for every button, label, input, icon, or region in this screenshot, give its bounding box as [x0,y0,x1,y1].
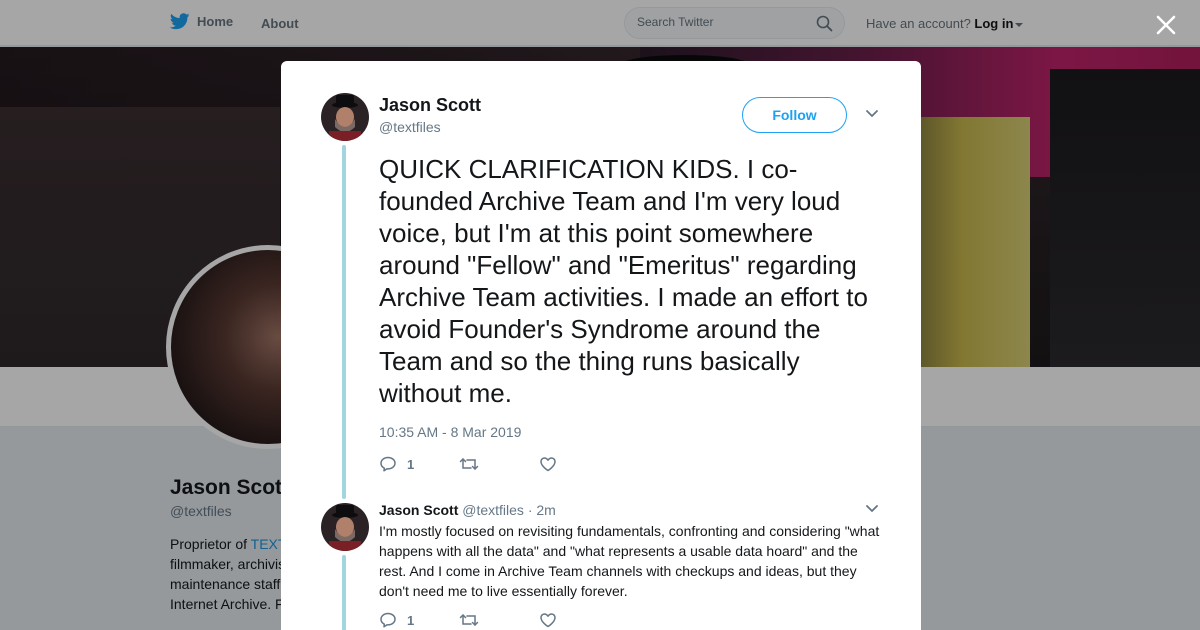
reply-author-handle[interactable]: @textfiles [462,502,524,518]
reply-author-avatar[interactable] [321,503,369,551]
thread-connector [342,555,346,630]
reply-icon [380,456,396,472]
like-action[interactable] [539,612,557,628]
chevron-down-icon[interactable] [865,109,879,119]
reply-action[interactable]: 1 [379,611,459,629]
like-action[interactable] [539,456,557,472]
reply-text: I'm mostly focused on revisiting fundame… [379,523,880,599]
reply-time[interactable]: · 2m [528,502,556,518]
retweet-action[interactable] [459,456,539,472]
reply-count: 1 [407,612,415,628]
retweet-icon [459,614,479,626]
close-icon[interactable] [1153,12,1179,38]
tweet-timestamp[interactable]: 10:35 AM - 8 Mar 2019 [379,424,521,440]
retweet-icon [459,458,479,470]
reply-author-name[interactable]: Jason Scott [379,502,458,518]
retweet-action[interactable] [459,612,539,628]
follow-button[interactable]: Follow [742,97,847,133]
reply-count: 1 [407,456,415,472]
reply-actions: 1 [379,611,557,629]
tweet-actions: 1 [379,455,557,473]
reply-action[interactable]: 1 [379,455,459,473]
like-icon [540,457,556,472]
reply-icon [380,612,396,628]
tweet-text: QUICK CLARIFICATION KIDS. I co-founded A… [379,154,868,408]
tweet-modal: Jason Scott @textfiles Follow QUICK CLAR… [281,61,921,630]
reply-header: Jason Scott @textfiles · 2m [379,502,556,518]
thread-connector [342,145,346,499]
chevron-down-icon[interactable] [865,504,879,514]
tweet-author-handle[interactable]: @textfiles [379,119,441,135]
author-avatar[interactable] [321,93,369,141]
tweet-author-name[interactable]: Jason Scott [379,95,481,116]
like-icon [540,613,556,628]
